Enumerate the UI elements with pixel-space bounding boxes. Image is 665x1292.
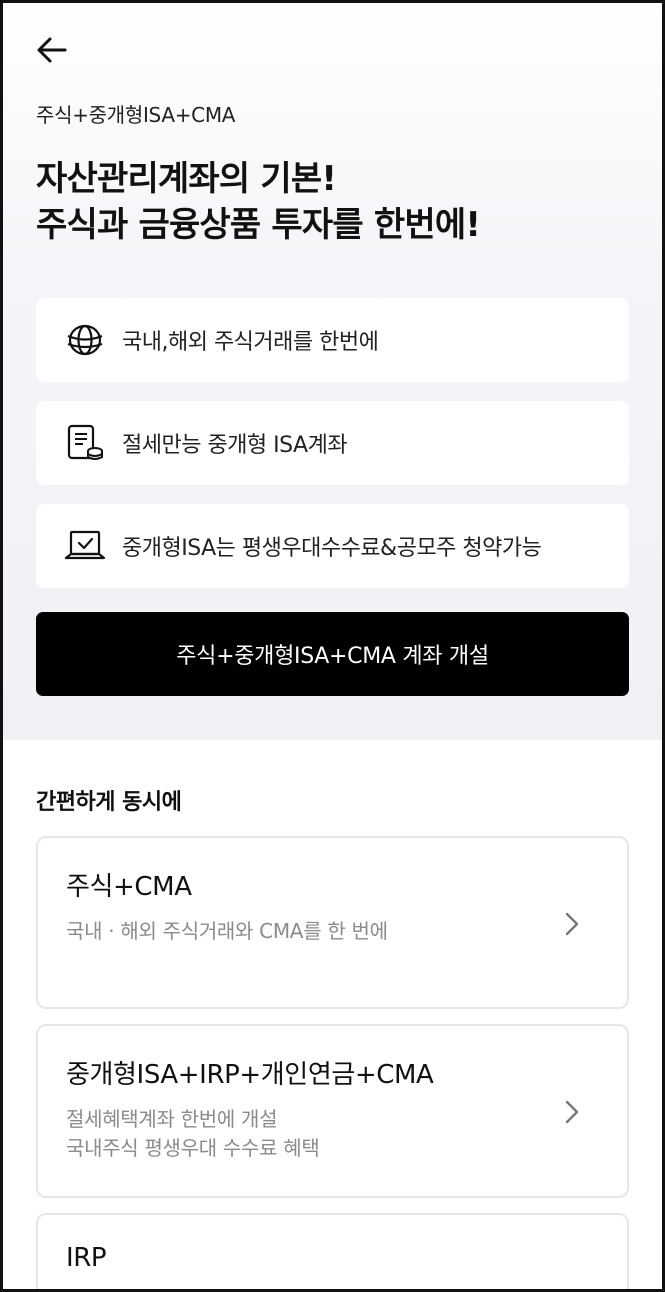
headline-line-2: 주식과 금융상품 투자를 한번에!	[36, 205, 481, 245]
page-title: 자산관리계좌의 기본! 주식과 금융상품 투자를 한번에!	[36, 156, 629, 248]
globe-icon	[64, 319, 106, 361]
combo-card-stock-cma[interactable]: 주식+CMA 국내 · 해외 주식거래와 CMA를 한 번에	[36, 836, 629, 1009]
laptop-check-icon	[64, 525, 106, 567]
card-title: 주식+CMA	[66, 872, 192, 902]
document-coins-icon	[64, 422, 106, 464]
feature-item: 국내,해외 주식거래를 한번에	[36, 298, 629, 382]
section-title: 간편하게 동시에	[36, 790, 182, 815]
chevron-right-icon	[565, 912, 579, 936]
feature-text: 국내,해외 주식거래를 한번에	[122, 330, 379, 355]
back-button[interactable]	[35, 33, 69, 67]
combo-card-irp[interactable]: IRP	[36, 1213, 629, 1289]
feature-text: 절세만능 중개형 ISA계좌	[122, 433, 348, 458]
open-account-button[interactable]: 주식+중개형ISA+CMA 계좌 개설	[36, 612, 629, 696]
feature-text: 중개형ISA는 평생우대수수료&공모주 청약가능	[122, 536, 542, 561]
app-screen: 주식+중개형ISA+CMA 자산관리계좌의 기본! 주식과 금융상품 투자를 한…	[0, 0, 665, 1292]
feature-list: 국내,해외 주식거래를 한번에 절세만능 중개형 ISA계좌 중개형ISA는 평…	[36, 298, 629, 588]
combo-card-isa-irp-pension-cma[interactable]: 중개형ISA+IRP+개인연금+CMA 절세혜택계좌 한번에 개설 국내주식 평…	[36, 1024, 629, 1198]
card-description-line: 국내 · 해외 주식거래와 CMA를 한 번에	[66, 919, 388, 943]
combo-section: 간편하게 동시에 주식+CMA 국내 · 해외 주식거래와 CMA를 한 번에 …	[3, 740, 662, 1289]
arrow-left-icon	[37, 37, 67, 63]
headline-line-1: 자산관리계좌의 기본!	[36, 159, 337, 199]
card-title: 중개형ISA+IRP+개인연금+CMA	[66, 1060, 434, 1090]
card-description-line: 국내주식 평생우대 수수료 혜택	[66, 1136, 320, 1160]
product-subtitle: 주식+중개형ISA+CMA	[36, 103, 236, 127]
card-description-line: 절세혜택계좌 한번에 개설	[66, 1107, 278, 1131]
card-description: 국내 · 해외 주식거래와 CMA를 한 번에	[66, 917, 599, 946]
card-title: IRP	[66, 1243, 107, 1273]
feature-item: 중개형ISA는 평생우대수수료&공모주 청약가능	[36, 504, 629, 588]
hero-section: 주식+중개형ISA+CMA 자산관리계좌의 기본! 주식과 금융상품 투자를 한…	[3, 3, 662, 740]
chevron-right-icon	[565, 1100, 579, 1124]
feature-item: 절세만능 중개형 ISA계좌	[36, 401, 629, 485]
card-description: 절세혜택계좌 한번에 개설 국내주식 평생우대 수수료 혜택	[66, 1105, 599, 1163]
